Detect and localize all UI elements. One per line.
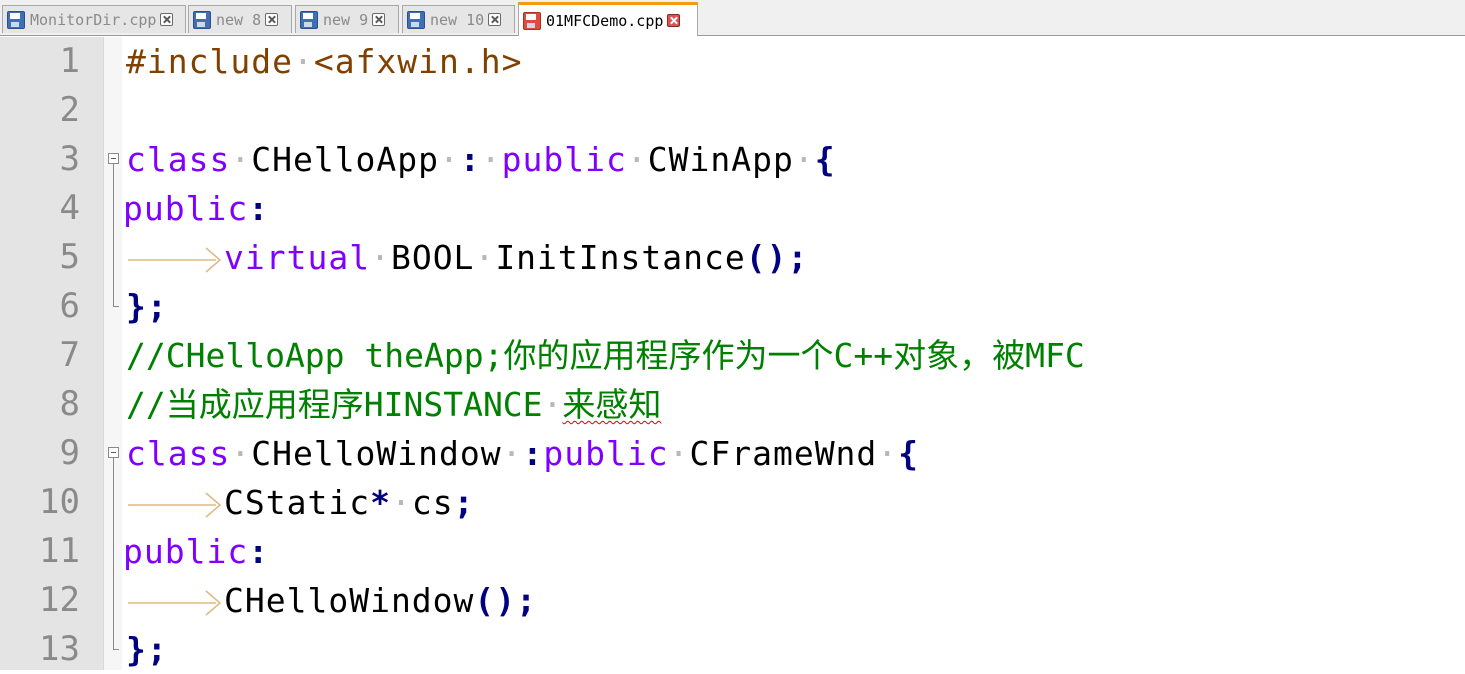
code-line: 11 public: — [0, 527, 1465, 576]
base-class-name: CFrameWnd — [689, 434, 878, 473]
include-header: <afxwin.h> — [313, 42, 523, 81]
keyword: class — [126, 140, 231, 179]
tab-bar: MonitorDir.cpp new 8 new 9 new 10 01MFCD… — [0, 0, 1465, 36]
operator: ; — [787, 238, 809, 277]
tab-label: new 9 — [323, 10, 369, 29]
tab-arrow-icon — [126, 245, 224, 275]
code-line: 4 public: — [0, 184, 1465, 233]
floppy-disk-icon — [193, 10, 211, 29]
close-icon[interactable] — [372, 13, 386, 26]
operator: () — [745, 238, 788, 277]
keyword: public — [543, 434, 669, 473]
code-line: 10 CStatic*·cs; — [0, 478, 1465, 527]
preprocessor-directive: #include — [126, 42, 293, 81]
operator: { — [898, 434, 920, 473]
code-line: 8 //当成应用程序HINSTANCE·来感知 — [0, 380, 1465, 429]
keyword: public — [501, 140, 627, 179]
code-line: 2 — [0, 86, 1465, 135]
variable-name: cs — [411, 483, 454, 522]
floppy-disk-icon — [407, 10, 425, 29]
line-number: 3 — [59, 139, 80, 179]
tab-label: new 8 — [216, 10, 262, 29]
operator: * — [370, 483, 391, 522]
floppy-disk-unsaved-icon — [523, 11, 541, 30]
code-line: 7 //CHelloApp theApp;你的应用程序作为一个C++对象，被MF… — [0, 331, 1465, 380]
close-icon[interactable] — [160, 13, 174, 26]
line-number: 2 — [59, 90, 80, 130]
function-name: InitInstance — [495, 238, 746, 277]
tab-label: new 10 — [430, 10, 485, 29]
line-number: 8 — [59, 384, 80, 424]
type-name: CStatic — [224, 483, 371, 522]
operator: { — [814, 140, 836, 179]
close-icon[interactable] — [488, 13, 502, 26]
tab-new-10[interactable]: new 10 — [402, 5, 515, 33]
tab-new-9[interactable]: new 9 — [295, 5, 399, 33]
code-editor[interactable]: 1 #include·<afxwin.h> 2 3 class·CHelloAp… — [0, 37, 1465, 670]
keyword: virtual — [224, 238, 371, 277]
code-line: 1 #include·<afxwin.h> — [0, 37, 1465, 86]
code-line: 6 }; — [0, 282, 1465, 331]
code-line: 9 class·CHelloWindow·:public·CFrameWnd·{ — [0, 429, 1465, 478]
line-number: 10 — [39, 482, 80, 522]
class-name: CHelloApp — [251, 140, 440, 179]
base-class-name: CWinApp — [647, 140, 794, 179]
close-icon[interactable] — [667, 14, 681, 27]
tab-arrow-icon — [126, 490, 224, 520]
floppy-disk-icon — [300, 10, 318, 29]
line-number: 5 — [59, 237, 80, 277]
code-line: 5 virtual·BOOL·InitInstance(); — [0, 233, 1465, 282]
floppy-disk-icon — [7, 10, 25, 29]
operator: () — [474, 581, 517, 620]
operator: : — [459, 140, 481, 179]
tab-label: 01MFCDemo.cpp — [546, 11, 664, 30]
keyword: class — [126, 434, 231, 473]
line-number: 12 — [39, 580, 80, 620]
tab-monitordir[interactable]: MonitorDir.cpp — [2, 5, 186, 33]
tab-new-8[interactable]: new 8 — [188, 5, 292, 33]
operator: : — [248, 532, 270, 571]
operator: : — [248, 189, 270, 228]
line-number: 1 — [59, 41, 80, 81]
operator: ; — [516, 581, 538, 620]
class-name: CHelloWindow — [251, 434, 502, 473]
code-line: 12 CHelloWindow(); — [0, 576, 1465, 625]
operator: }; — [126, 630, 168, 669]
line-number: 4 — [59, 188, 80, 228]
line-number: 6 — [59, 286, 80, 326]
comment: //CHelloApp theApp;你的应用程序作为一个C++对象，被MFC — [126, 336, 1085, 375]
keyword: public — [123, 189, 249, 228]
line-number: 11 — [39, 531, 80, 571]
tab-arrow-icon — [126, 588, 224, 618]
comment: //当成应用程序HINSTANCE — [126, 385, 543, 424]
operator: }; — [126, 287, 168, 326]
close-icon[interactable] — [265, 13, 279, 26]
tab-label: MonitorDir.cpp — [30, 10, 157, 29]
code-line: 13 }; — [0, 625, 1465, 674]
type-name: BOOL — [390, 238, 475, 277]
line-number: 9 — [59, 433, 80, 473]
function-name: CHelloWindow — [224, 581, 475, 620]
line-number: 7 — [59, 335, 80, 375]
comment: 来感知 — [562, 385, 662, 424]
operator: : — [522, 434, 544, 473]
code-line: 3 class·CHelloApp·:·public·CWinApp·{ — [0, 135, 1465, 184]
tab-01mfcdemo[interactable]: 01MFCDemo.cpp — [518, 2, 698, 36]
operator: ; — [453, 483, 475, 522]
line-number: 13 — [39, 629, 80, 669]
keyword: public — [123, 532, 249, 571]
